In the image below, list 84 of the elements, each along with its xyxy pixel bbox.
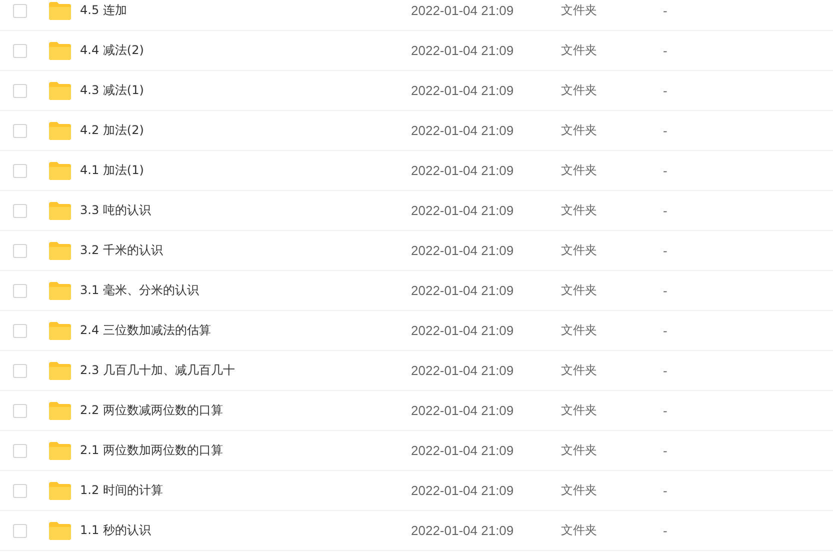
file-type: 文件夹 bbox=[561, 82, 598, 99]
file-type: 文件夹 bbox=[561, 2, 598, 19]
file-name[interactable]: 4.3 减法(1) bbox=[80, 82, 411, 99]
modified-date: 2022-01-04 21:09 bbox=[411, 363, 515, 378]
file-size: - bbox=[663, 244, 668, 258]
file-name[interactable]: 3.1 毫米、分米的认识 bbox=[80, 282, 411, 299]
modified-date: 2022-01-04 21:09 bbox=[411, 123, 515, 138]
checkbox[interactable] bbox=[13, 524, 27, 538]
file-size: - bbox=[663, 404, 668, 418]
folder-icon bbox=[49, 42, 71, 60]
file-size: - bbox=[663, 124, 668, 138]
folder-icon bbox=[49, 442, 71, 460]
folder-icon bbox=[49, 362, 71, 380]
checkbox[interactable] bbox=[13, 404, 27, 418]
file-name[interactable]: 1.1 秒的认识 bbox=[80, 522, 411, 539]
file-name[interactable]: 2.1 两位数加两位数的口算 bbox=[80, 442, 411, 459]
folder-icon bbox=[49, 122, 71, 140]
folder-icon bbox=[49, 162, 71, 180]
checkbox[interactable] bbox=[13, 364, 27, 378]
file-name[interactable]: 4.5 连加 bbox=[80, 2, 411, 19]
file-size: - bbox=[663, 524, 668, 538]
folder-icon bbox=[49, 482, 71, 500]
modified-date: 2022-01-04 21:09 bbox=[411, 523, 515, 538]
file-type: 文件夹 bbox=[561, 402, 598, 419]
file-name[interactable]: 4.1 加法(1) bbox=[80, 162, 411, 179]
file-name[interactable]: 2.3 几百几十加、减几百几十 bbox=[80, 362, 411, 379]
file-name[interactable]: 4.2 加法(2) bbox=[80, 122, 411, 139]
folder-icon bbox=[49, 402, 71, 420]
modified-date: 2022-01-04 21:09 bbox=[411, 43, 515, 58]
checkbox[interactable] bbox=[13, 44, 27, 58]
file-name[interactable]: 1.2 时间的计算 bbox=[80, 482, 411, 499]
file-type: 文件夹 bbox=[561, 202, 598, 219]
checkbox[interactable] bbox=[13, 204, 27, 218]
checkbox[interactable] bbox=[13, 124, 27, 138]
checkbox[interactable] bbox=[13, 84, 27, 98]
file-type: 文件夹 bbox=[561, 162, 598, 179]
file-size: - bbox=[663, 204, 668, 218]
file-size: - bbox=[663, 4, 668, 18]
file-type: 文件夹 bbox=[561, 122, 598, 139]
checkbox[interactable] bbox=[13, 164, 27, 178]
folder-icon bbox=[49, 82, 71, 100]
checkbox[interactable] bbox=[13, 444, 27, 458]
file-name[interactable]: 2.2 两位数减两位数的口算 bbox=[80, 402, 411, 419]
modified-date: 2022-01-04 21:09 bbox=[411, 403, 515, 418]
file-type: 文件夹 bbox=[561, 322, 598, 339]
file-size: - bbox=[663, 484, 668, 498]
modified-date: 2022-01-04 21:09 bbox=[411, 3, 515, 18]
checkbox[interactable] bbox=[13, 244, 27, 258]
folder-icon bbox=[49, 202, 71, 220]
file-size: - bbox=[663, 44, 668, 58]
modified-date: 2022-01-04 21:09 bbox=[411, 443, 515, 458]
checkbox[interactable] bbox=[13, 4, 27, 18]
file-type: 文件夹 bbox=[561, 362, 598, 379]
file-type: 文件夹 bbox=[561, 282, 598, 299]
file-type: 文件夹 bbox=[561, 242, 598, 259]
modified-date: 2022-01-04 21:09 bbox=[411, 283, 515, 298]
modified-date: 2022-01-04 21:09 bbox=[411, 483, 515, 498]
file-name[interactable]: 3.3 吨的认识 bbox=[80, 202, 411, 219]
modified-date: 2022-01-04 21:09 bbox=[411, 323, 515, 338]
modified-date: 2022-01-04 21:09 bbox=[411, 243, 515, 258]
checkbox[interactable] bbox=[13, 324, 27, 338]
modified-date: 2022-01-04 21:09 bbox=[411, 203, 515, 218]
file-type: 文件夹 bbox=[561, 482, 598, 499]
file-size: - bbox=[663, 364, 668, 378]
file-type: 文件夹 bbox=[561, 522, 598, 539]
file-type: 文件夹 bbox=[561, 42, 598, 59]
file-size: - bbox=[663, 284, 668, 298]
file-name[interactable]: 2.4 三位数加减法的估算 bbox=[80, 322, 411, 339]
file-size: - bbox=[663, 164, 668, 178]
modified-date: 2022-01-04 21:09 bbox=[411, 83, 515, 98]
folder-icon bbox=[49, 322, 71, 340]
checkbox[interactable] bbox=[13, 484, 27, 498]
folder-icon bbox=[49, 2, 71, 20]
folder-icon bbox=[49, 522, 71, 540]
file-size: - bbox=[663, 444, 668, 458]
file-size: - bbox=[663, 84, 668, 98]
file-size: - bbox=[663, 324, 668, 338]
file-name[interactable]: 3.2 千米的认识 bbox=[80, 242, 411, 259]
file-name[interactable]: 4.4 减法(2) bbox=[80, 42, 411, 59]
folder-icon bbox=[49, 282, 71, 300]
file-type: 文件夹 bbox=[561, 442, 598, 459]
checkbox[interactable] bbox=[13, 284, 27, 298]
modified-date: 2022-01-04 21:09 bbox=[411, 163, 515, 178]
folder-icon bbox=[49, 242, 71, 260]
